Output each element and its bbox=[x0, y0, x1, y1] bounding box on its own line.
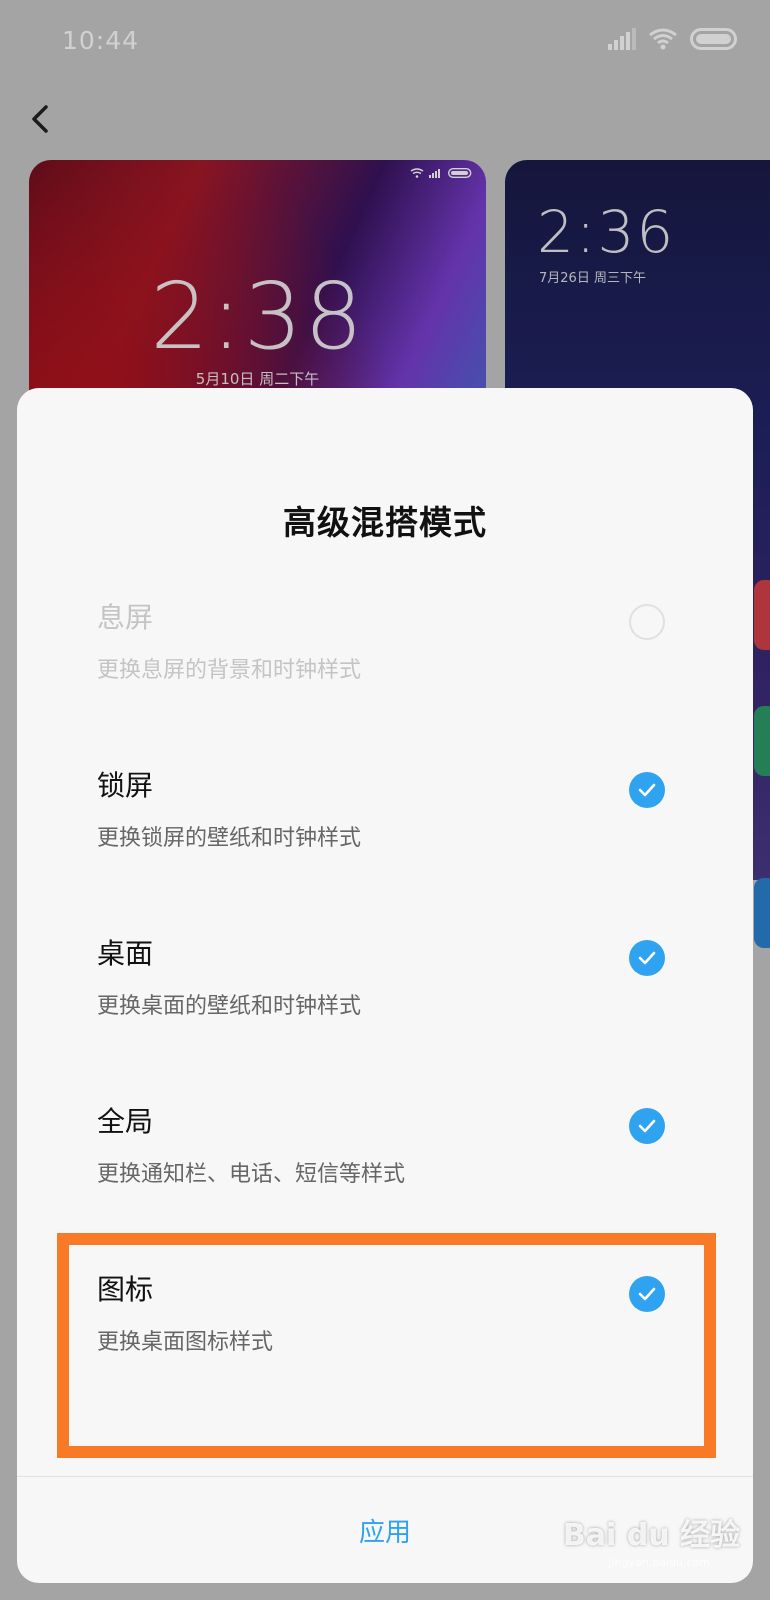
option-checkbox bbox=[629, 604, 665, 640]
option-title: 全局 bbox=[97, 1105, 154, 1138]
option-description: 更换桌面的壁纸和时钟样式 bbox=[97, 994, 362, 1019]
check-icon bbox=[638, 783, 656, 797]
option-desktop[interactable]: 桌面 更换桌面的壁纸和时钟样式 bbox=[17, 932, 753, 1102]
option-description: 更换锁屏的壁纸和时钟样式 bbox=[97, 826, 362, 851]
option-description: 更换息屏的背景和时钟样式 bbox=[97, 658, 362, 683]
option-title: 息屏 bbox=[97, 601, 154, 634]
check-icon bbox=[638, 951, 656, 965]
option-description: 更换通知栏、电话、短信等样式 bbox=[97, 1162, 406, 1187]
mix-mode-sheet: 高级混搭模式 息屏 更换息屏的背景和时钟样式 锁屏 更换锁屏的壁纸和时钟样式 桌… bbox=[17, 388, 753, 1583]
watermark-url: jingyan.baidu.com bbox=[608, 1556, 710, 1569]
check-icon bbox=[638, 1119, 656, 1133]
option-title: 锁屏 bbox=[97, 769, 154, 802]
option-title: 桌面 bbox=[97, 937, 154, 970]
watermark-logo: Bai du 经验 bbox=[562, 1518, 740, 1553]
highlight-box bbox=[57, 1233, 716, 1458]
option-checkbox[interactable] bbox=[629, 772, 665, 808]
sheet-title: 高级混搭模式 bbox=[283, 503, 487, 542]
option-checkbox[interactable] bbox=[629, 1108, 665, 1144]
option-checkbox[interactable] bbox=[629, 940, 665, 976]
option-aod: 息屏 更换息屏的背景和时钟样式 bbox=[17, 596, 753, 766]
option-lockscreen[interactable]: 锁屏 更换锁屏的壁纸和时钟样式 bbox=[17, 764, 753, 934]
